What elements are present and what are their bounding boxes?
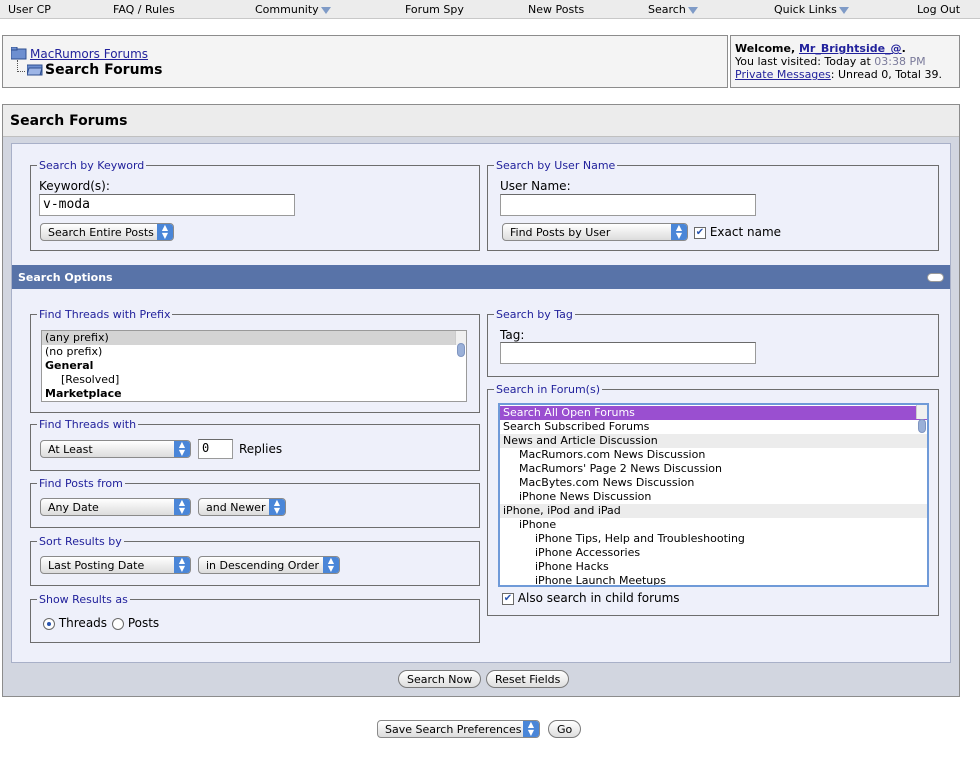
list-item[interactable]: iPhone Hacks <box>500 560 927 574</box>
breadcrumb-tree-line <box>17 60 25 72</box>
last-visited-time: 03:38 PM <box>874 55 926 68</box>
list-item[interactable]: Marketplace <box>42 387 466 401</box>
nav-search[interactable]: Search <box>648 3 698 16</box>
top-navigation: User CP FAQ / Rules Community Forum Spy … <box>0 0 980 19</box>
select-arrows-icon: ▲ ▼ <box>174 557 190 573</box>
date-direction-select[interactable]: and Newer ▲ ▼ <box>198 498 286 516</box>
list-item[interactable]: iPhone Tips, Help and Troubleshooting <box>500 532 927 546</box>
list-item[interactable]: MacRumors' Page 2 News Discussion <box>500 462 927 476</box>
show-results-fieldset: Show Results as Threads Posts <box>30 593 480 643</box>
prefix-list[interactable]: (any prefix) (no prefix) General [Resolv… <box>41 330 467 402</box>
keyword-label: Keyword(s): <box>39 179 110 193</box>
list-item[interactable]: iPhone, iPod and iPad <box>500 504 927 518</box>
posts-radio[interactable] <box>112 617 124 630</box>
nav-quick-links[interactable]: Quick Links <box>774 3 849 16</box>
dropdown-arrow-icon <box>687 6 698 14</box>
list-item[interactable]: MacBytes.com News Discussion <box>500 476 927 490</box>
nav-user-cp[interactable]: User CP <box>8 3 51 16</box>
list-item[interactable]: MacRumors.com News Discussion <box>500 448 927 462</box>
list-item[interactable]: News and Article Discussion <box>500 434 927 448</box>
list-item[interactable]: [Resolved] <box>42 373 466 387</box>
nav-forum-spy[interactable]: Forum Spy <box>405 3 464 16</box>
keyword-input[interactable]: v-moda <box>39 194 295 216</box>
preferences-select[interactable]: Save Search Preferences ▲ ▼ <box>377 720 540 738</box>
user-mode-select[interactable]: Find Posts by User ▲ ▼ <box>502 223 688 241</box>
keyword-mode-select[interactable]: Search Entire Posts ▲ ▼ <box>40 223 174 241</box>
child-forums-checkbox[interactable]: ✔ <box>502 592 514 605</box>
select-arrows-icon: ▲ ▼ <box>157 224 173 240</box>
nav-log-out[interactable]: Log Out <box>917 3 960 16</box>
exact-name-option[interactable]: ✔ Exact name <box>694 225 781 239</box>
select-arrows-icon: ▲ ▼ <box>174 441 190 457</box>
select-arrows-icon: ▲ ▼ <box>671 224 687 240</box>
select-arrows-icon: ▲ ▼ <box>174 499 190 515</box>
select-arrows-icon: ▲ ▼ <box>523 721 539 737</box>
breadcrumb-forum-link[interactable]: MacRumors Forums <box>30 47 148 61</box>
replies-mode-select[interactable]: At Least ▲ ▼ <box>40 440 191 458</box>
username-fieldset: Search by User Name User Name: Find Post… <box>487 159 939 251</box>
exact-name-checkbox[interactable]: ✔ <box>694 226 706 239</box>
nav-community[interactable]: Community <box>255 3 331 16</box>
scrollbar[interactable] <box>916 405 927 433</box>
username-link[interactable]: Mr_Brightside_@ <box>799 42 902 55</box>
list-item[interactable]: (no prefix) <box>42 345 466 359</box>
threads-radio[interactable] <box>43 617 55 630</box>
replies-count-input[interactable]: 0 <box>198 439 233 459</box>
tag-fieldset: Search by Tag Tag: <box>487 308 939 377</box>
dropdown-arrow-icon <box>320 6 331 14</box>
posts-option[interactable]: Posts <box>112 616 159 630</box>
welcome-box: Welcome, Mr_Brightside_@. You last visit… <box>730 35 960 88</box>
replies-fieldset: Find Threads with At Least ▲ ▼ 0 Replies <box>30 418 480 471</box>
keyword-fieldset: Search by Keyword Keyword(s): v-moda Sea… <box>30 159 480 251</box>
select-arrows-icon: ▲ ▼ <box>269 499 285 515</box>
replies-suffix: Replies <box>239 442 283 456</box>
scroll-thumb[interactable] <box>918 419 926 433</box>
tag-label: Tag: <box>500 328 525 342</box>
username-input[interactable] <box>500 194 756 216</box>
page-heading: Search Forums <box>45 62 163 78</box>
list-item[interactable]: iPhone Accessories <box>500 546 927 560</box>
tag-input[interactable] <box>500 342 756 364</box>
list-item[interactable]: Search Subscribed Forums <box>500 420 927 434</box>
forum-folder-icon <box>11 47 27 60</box>
sort-field-select[interactable]: Last Posting Date ▲ ▼ <box>40 556 191 574</box>
search-form: Search by Keyword Keyword(s): v-moda Sea… <box>11 143 951 663</box>
username-label: User Name: <box>500 179 571 193</box>
list-item[interactable]: iPhone Launch Meetups <box>500 574 927 585</box>
page-title: Search Forums <box>3 105 959 137</box>
open-folder-icon <box>27 64 43 76</box>
prefix-fieldset: Find Threads with Prefix (any prefix) (n… <box>30 308 480 413</box>
scroll-thumb[interactable] <box>457 343 465 357</box>
forum-list[interactable]: Search All Open Forums Search Subscribed… <box>498 403 929 587</box>
list-item[interactable]: General <box>42 359 466 373</box>
date-range-select[interactable]: Any Date ▲ ▼ <box>40 498 191 516</box>
sort-fieldset: Sort Results by Last Posting Date ▲ ▼ in D… <box>30 535 480 586</box>
list-item[interactable]: (any prefix) <box>42 331 466 345</box>
pm-status: : Unread 0, Total 39. <box>830 68 942 81</box>
breadcrumb: MacRumors Forums Search Forums <box>2 35 728 88</box>
nav-new-posts[interactable]: New Posts <box>528 3 584 16</box>
search-now-button[interactable]: Search Now <box>398 670 482 688</box>
posts-from-fieldset: Find Posts from Any Date ▲ ▼ and Newer ▲ ▼ <box>30 477 480 528</box>
search-panel: Search Forums Search by Keyword Keyword(… <box>2 104 960 697</box>
list-item[interactable]: iPhone News Discussion <box>500 490 927 504</box>
collapse-icon[interactable] <box>927 273 944 282</box>
select-arrows-icon: ▲ ▼ <box>323 557 339 573</box>
list-item[interactable]: iPhone <box>500 518 927 532</box>
private-messages-link[interactable]: Private Messages <box>735 68 831 81</box>
child-forums-option[interactable]: ✔ Also search in child forums <box>502 591 680 605</box>
scrollbar[interactable] <box>455 331 466 357</box>
sort-order-select[interactable]: in Descending Order ▲ ▼ <box>198 556 340 574</box>
search-options-header: Search Options <box>12 265 950 289</box>
go-button[interactable]: Go <box>548 720 582 738</box>
threads-option[interactable]: Threads <box>43 616 107 630</box>
dropdown-arrow-icon <box>838 6 849 14</box>
reset-fields-button[interactable]: Reset Fields <box>486 670 570 688</box>
forums-fieldset: Search in Forum(s) Search All Open Forum… <box>487 383 939 616</box>
nav-faq-rules[interactable]: FAQ / Rules <box>113 3 175 16</box>
list-item-selected[interactable]: Search All Open Forums <box>500 406 927 420</box>
